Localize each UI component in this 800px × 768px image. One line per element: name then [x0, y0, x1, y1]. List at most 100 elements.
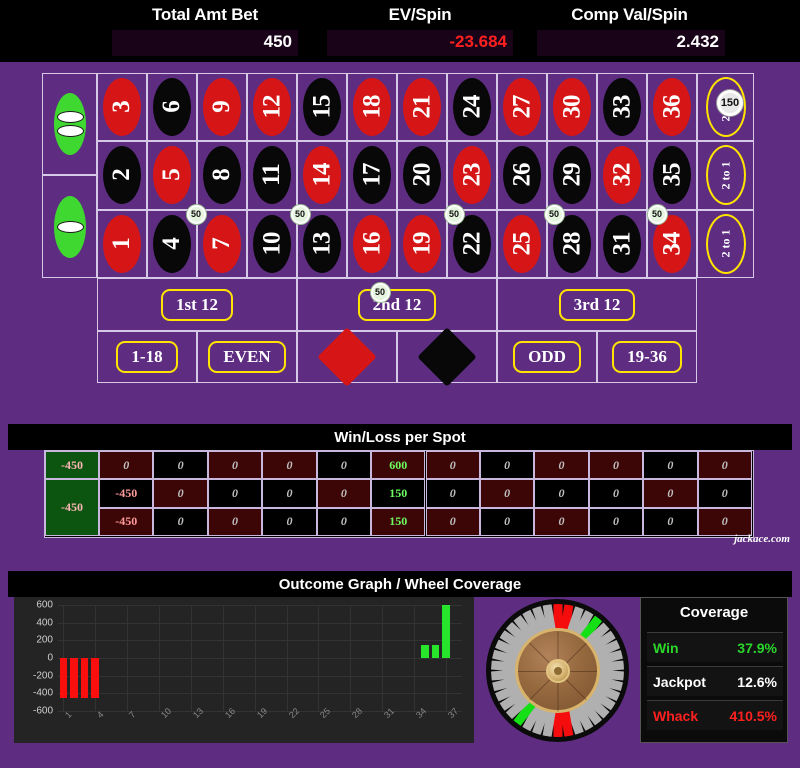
winloss-value: 0	[667, 457, 674, 472]
coverage-label: Whack	[653, 707, 699, 724]
chart-x-tick: 19	[254, 705, 269, 721]
bet-cell-8[interactable]: 8	[197, 141, 247, 210]
bet-cell-2[interactable]: 2	[97, 141, 147, 210]
bet-chip-corner-10-11-13-14[interactable]: 50	[290, 204, 310, 224]
winloss-value: 0	[286, 457, 293, 472]
winloss-value: 0	[340, 457, 347, 472]
bet-cell-0[interactable]	[42, 175, 97, 278]
dozen-bet-2[interactable]: 2nd 12	[297, 278, 497, 331]
winloss-cell-17: 150	[371, 479, 426, 508]
bet-cell-00[interactable]	[42, 73, 97, 175]
bet-chip-corner-4-5-7-8[interactable]: 50	[186, 204, 206, 224]
chart-gridline	[254, 605, 256, 711]
bet-cell-14[interactable]: 14	[297, 141, 347, 210]
outside-bet-even[interactable]: EVEN	[197, 331, 297, 383]
bet-cell-15[interactable]: 15	[297, 73, 347, 142]
bet-cell-27[interactable]: 27	[497, 73, 547, 142]
chart-y-tick: -400	[32, 687, 53, 699]
bet-cell-26[interactable]: 26	[497, 141, 547, 210]
winloss-value: 0	[232, 485, 239, 500]
zero-oval-0	[54, 195, 86, 258]
winloss-cell-10: 0	[262, 507, 317, 536]
column-bet-label: 2 to 1	[718, 161, 732, 190]
bet-cell-10[interactable]: 10	[247, 209, 297, 278]
number-oval: 7	[203, 214, 241, 273]
bet-cell-16[interactable]: 16	[347, 209, 397, 278]
dozen-bets: 1st 12 2nd 12 3rd 12	[97, 278, 697, 331]
bet-cell-24[interactable]: 24	[447, 73, 497, 142]
outside-bet-19-36[interactable]: 19-36	[597, 331, 697, 383]
bet-cell-12[interactable]: 12	[247, 73, 297, 142]
chart-x-tick: 25	[318, 705, 333, 721]
bet-cell-17[interactable]: 17	[347, 141, 397, 210]
bet-cell-20[interactable]: 20	[397, 141, 447, 210]
outside-bet-black[interactable]	[397, 327, 497, 387]
bet-chip-corner-31-32-34-35[interactable]: 50	[647, 204, 667, 224]
chart-bar	[70, 658, 78, 698]
bet-cell-3[interactable]: 3	[97, 73, 147, 142]
bet-cell-21[interactable]: 21	[397, 73, 447, 142]
stat-total-amt-bet: Total Amt Bet 450	[105, 0, 305, 62]
coverage-count: 1	[737, 673, 746, 690]
bet-cell-32[interactable]: 32	[597, 141, 647, 210]
chart-bar	[91, 658, 99, 698]
bet-cell-33[interactable]: 33	[597, 73, 647, 142]
winloss-cell-31: 0	[643, 507, 698, 536]
number-oval: 12	[253, 78, 291, 137]
bet-cell-36[interactable]: 36	[647, 73, 697, 142]
number-label: 9	[208, 101, 235, 113]
bet-chip-column-bet-top[interactable]: 150	[717, 90, 743, 116]
chart-x-tick: 37	[446, 705, 461, 721]
number-oval: 17	[353, 146, 391, 205]
number-label: 24	[458, 95, 485, 119]
bet-chip-corner-19-20-22-23[interactable]: 50	[444, 204, 464, 224]
number-oval: 18	[353, 78, 391, 137]
chart-y-tick: 200	[36, 634, 53, 646]
outside-bet-red[interactable]	[297, 327, 397, 387]
column-bet-3[interactable]: 2 to 1	[697, 209, 754, 278]
dozen-bet-3[interactable]: 3rd 12	[497, 278, 697, 331]
bet-cell-18[interactable]: 18	[347, 73, 397, 142]
bet-cell-6[interactable]: 6	[147, 73, 197, 142]
wheel-coverage-graphic	[478, 597, 638, 743]
dozen-bet-1[interactable]: 1st 12	[97, 278, 297, 331]
winloss-cell-20: 0	[425, 479, 480, 508]
bet-chip-corner-25-26-28-29[interactable]: 50	[544, 204, 564, 224]
number-label: 17	[358, 163, 385, 187]
roulette-wheel-icon	[486, 599, 629, 742]
bet-cell-7[interactable]: 7	[197, 209, 247, 278]
stat-value-box: 2.432	[537, 30, 725, 56]
number-label: 13	[308, 232, 335, 256]
number-label: 33	[608, 95, 635, 119]
bet-cell-9[interactable]: 9	[197, 73, 247, 142]
bet-cell-25[interactable]: 25	[497, 209, 547, 278]
bet-cell-19[interactable]: 19	[397, 209, 447, 278]
chart-x-tick: 34	[414, 705, 429, 721]
outside-bet-1-18[interactable]: 1-18	[97, 331, 197, 383]
number-oval: 25	[503, 214, 541, 273]
coverage-count: 4	[729, 707, 738, 724]
number-label: 34	[658, 232, 685, 256]
column-bet-2[interactable]: 2 to 1	[697, 141, 754, 210]
bet-cell-30[interactable]: 30	[547, 73, 597, 142]
bet-cell-23[interactable]: 23	[447, 141, 497, 210]
winloss-value: 0	[177, 457, 184, 472]
bet-cell-35[interactable]: 35	[647, 141, 697, 210]
winloss-cell-11: 0	[262, 479, 317, 508]
chart-gridline	[58, 658, 462, 659]
winloss-cell-5: 0	[153, 479, 208, 508]
bet-cell-1[interactable]: 1	[97, 209, 147, 278]
bet-chip-2nd-12-line[interactable]: 50	[370, 282, 390, 302]
bet-cell-5[interactable]: 5	[147, 141, 197, 210]
number-label: 25	[508, 232, 535, 256]
chart-gridline	[318, 605, 320, 711]
number-oval: 29	[553, 146, 591, 205]
bet-cell-29[interactable]: 29	[547, 141, 597, 210]
bet-cell-31[interactable]: 31	[597, 209, 647, 278]
chart-gridline	[222, 605, 224, 711]
bet-cell-11[interactable]: 11	[247, 141, 297, 210]
outside-bet-odd[interactable]: ODD	[497, 331, 597, 383]
chart-bar	[421, 644, 429, 658]
outside-bet-label: ODD	[513, 341, 581, 373]
zero-pip-icon	[56, 125, 84, 137]
